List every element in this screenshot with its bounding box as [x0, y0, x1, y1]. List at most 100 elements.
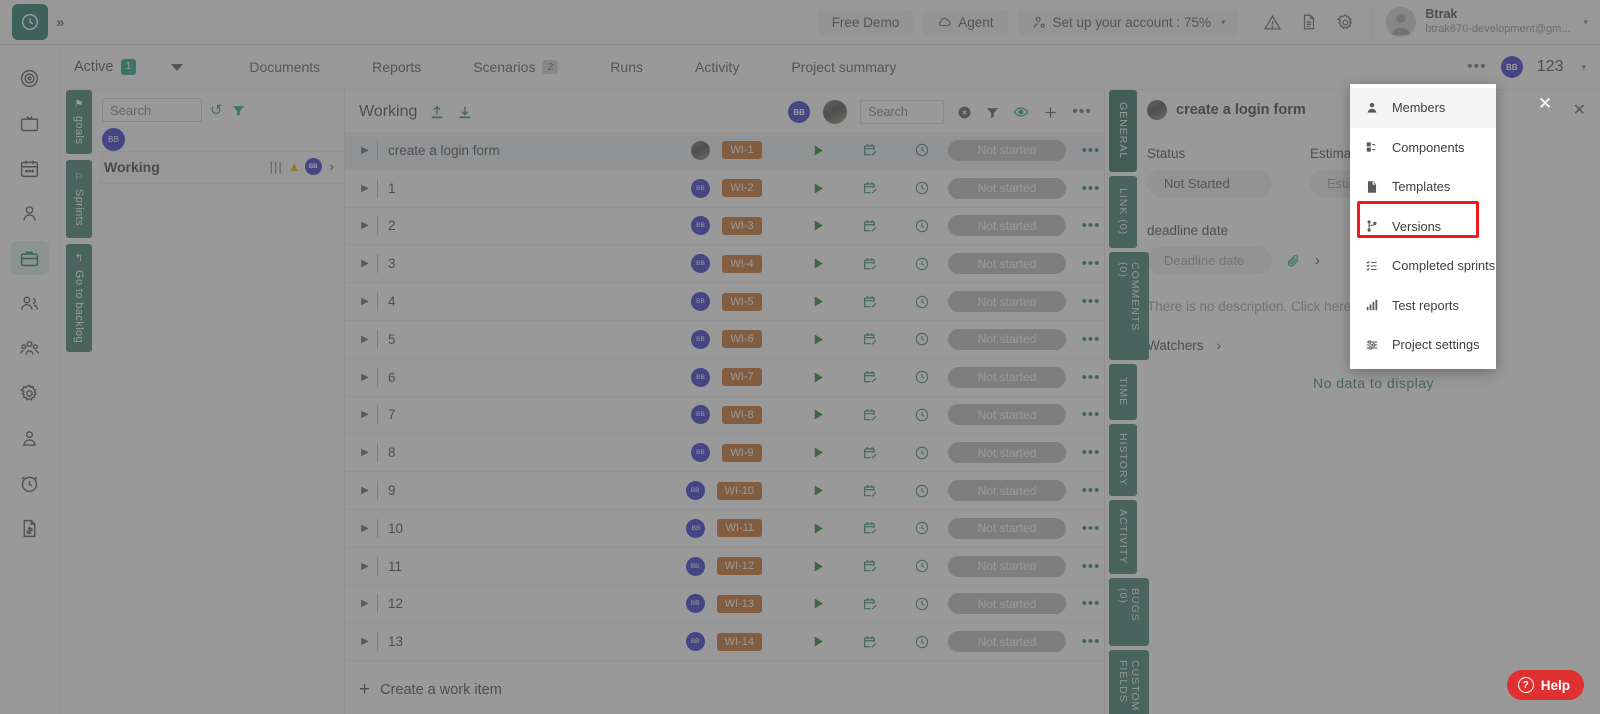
- tab-custom-fields[interactable]: CUSTOM FIELDS: [1109, 650, 1149, 714]
- tab-comments[interactable]: COMMENTS (0): [1109, 252, 1149, 360]
- table-row[interactable]: ▶ 2 BB WI-3 Not started •••: [345, 208, 1104, 246]
- tab-general[interactable]: GENERAL: [1109, 90, 1137, 172]
- work-item-name[interactable]: 1: [388, 181, 691, 196]
- clear-filter-icon[interactable]: [957, 105, 972, 120]
- table-row[interactable]: ▶ 6 BB WI-7 Not started •••: [345, 359, 1104, 397]
- more-horizontal-icon[interactable]: •••: [1078, 180, 1104, 197]
- table-row[interactable]: ▶ 4 BB WI-5 Not started •••: [345, 283, 1104, 321]
- work-item-key-badge[interactable]: WI-4: [722, 254, 762, 273]
- log-time-clock-icon[interactable]: [896, 180, 948, 196]
- close-icon[interactable]: ✕: [1538, 94, 1552, 114]
- start-timer-icon[interactable]: [792, 407, 844, 422]
- table-row[interactable]: ▶ 7 BB WI-8 Not started •••: [345, 397, 1104, 435]
- schedule-calendar-icon[interactable]: [844, 596, 896, 612]
- menu-item-completed-sprints[interactable]: Completed sprints: [1350, 246, 1496, 286]
- log-time-clock-icon[interactable]: [896, 142, 948, 158]
- work-item-name[interactable]: 12: [388, 596, 686, 611]
- more-horizontal-icon[interactable]: •••: [1078, 255, 1104, 272]
- tab-time[interactable]: TIME: [1109, 364, 1137, 420]
- more-horizontal-icon[interactable]: •••: [1078, 633, 1104, 650]
- add-plus-icon[interactable]: [1042, 104, 1059, 121]
- start-timer-icon[interactable]: [792, 521, 844, 536]
- log-time-clock-icon[interactable]: [896, 407, 948, 423]
- work-item-key-badge[interactable]: WI-1: [722, 141, 762, 160]
- chevron-right-icon[interactable]: ›: [1315, 252, 1320, 269]
- start-timer-icon[interactable]: [792, 634, 844, 649]
- avatar[interactable]: BB: [1500, 56, 1523, 78]
- expand-chevron-icon[interactable]: ▶: [357, 561, 373, 572]
- tab-link[interactable]: LINK (0): [1109, 176, 1137, 248]
- table-row[interactable]: ▶ 10 BB WI-11 Not started •••: [345, 510, 1104, 548]
- more-horizontal-icon[interactable]: •••: [1078, 142, 1104, 159]
- start-timer-icon[interactable]: [792, 256, 844, 271]
- status-badge[interactable]: Not started: [948, 404, 1066, 426]
- expand-chevron-icon[interactable]: ▶: [357, 334, 373, 345]
- schedule-calendar-icon[interactable]: [844, 558, 896, 574]
- calendar-icon[interactable]: [11, 151, 49, 185]
- warning-triangle-icon[interactable]: ▲: [288, 159, 301, 174]
- settings-gear-icon[interactable]: [1336, 13, 1355, 32]
- schedule-calendar-icon[interactable]: [844, 407, 896, 423]
- status-badge[interactable]: Not started: [948, 555, 1066, 577]
- avatar[interactable]: BB: [691, 292, 710, 312]
- avatar[interactable]: BB: [691, 367, 710, 387]
- btrak-clock-logo[interactable]: [12, 4, 48, 40]
- tab-activity[interactable]: Activity: [669, 45, 765, 89]
- table-row[interactable]: ▶ 13 BB WI-14 Not started •••: [345, 623, 1104, 662]
- more-horizontal-icon[interactable]: •••: [1078, 406, 1104, 423]
- status-badge[interactable]: Not started: [948, 139, 1066, 161]
- menu-item-project-settings[interactable]: Project settings: [1350, 325, 1496, 365]
- start-timer-icon[interactable]: [792, 218, 844, 233]
- avatar[interactable]: BB: [691, 254, 710, 274]
- schedule-calendar-icon[interactable]: [844, 520, 896, 536]
- expand-chevron-icon[interactable]: ▶: [357, 145, 373, 156]
- avatar[interactable]: BB: [691, 216, 710, 236]
- start-timer-icon[interactable]: [792, 483, 844, 498]
- menu-item-versions[interactable]: Versions: [1350, 207, 1496, 247]
- work-item-name[interactable]: 10: [388, 521, 686, 536]
- work-item-name[interactable]: 7: [388, 407, 691, 422]
- agent-button[interactable]: Agent: [923, 8, 1008, 36]
- menu-item-templates[interactable]: Templates: [1350, 167, 1496, 207]
- expand-chevron-icon[interactable]: ▶: [357, 447, 373, 458]
- avatar[interactable]: BB: [691, 443, 710, 463]
- work-item-name[interactable]: 8: [388, 445, 691, 460]
- log-time-clock-icon[interactable]: [896, 218, 948, 234]
- start-timer-icon[interactable]: [792, 332, 844, 347]
- more-horizontal-icon[interactable]: •••: [1078, 444, 1104, 461]
- expand-chevron-icon[interactable]: ▶: [357, 485, 373, 496]
- close-icon[interactable]: ✕: [1573, 100, 1586, 120]
- more-horizontal-icon[interactable]: •••: [1078, 293, 1104, 310]
- status-badge[interactable]: Not started: [948, 177, 1066, 199]
- work-item-key-badge[interactable]: WI-5: [722, 292, 762, 311]
- log-time-clock-icon[interactable]: [896, 331, 948, 347]
- filter-funnel-icon[interactable]: [231, 103, 246, 118]
- tab-bugs[interactable]: BUGS (0): [1109, 578, 1149, 646]
- bars-icon[interactable]: |||: [270, 159, 283, 174]
- document-icon[interactable]: [1300, 13, 1318, 31]
- work-item-key-badge[interactable]: WI-3: [722, 216, 762, 235]
- table-row[interactable]: ▶ 1 BB WI-2 Not started •••: [345, 170, 1104, 208]
- avatar[interactable]: BB: [691, 405, 710, 425]
- expand-chevron-icon[interactable]: ▶: [357, 598, 373, 609]
- tab-project-summary[interactable]: Project summary: [765, 45, 922, 89]
- sprint-row-working[interactable]: Working ||| ▲ BB ›: [98, 151, 344, 184]
- chevron-right-icon[interactable]: ›: [330, 159, 334, 174]
- sidebar-item-backlog[interactable]: ↰ Go to backlog: [66, 244, 92, 352]
- avatar[interactable]: BB: [685, 556, 705, 576]
- help-button[interactable]: ? Help: [1506, 670, 1584, 700]
- chevron-double-right-icon[interactable]: »: [56, 14, 64, 31]
- work-item-name[interactable]: 2: [388, 218, 691, 233]
- tab-history[interactable]: HISTORY: [1109, 424, 1137, 496]
- work-item-key-badge[interactable]: WI-9: [722, 443, 762, 462]
- status-badge[interactable]: Not started: [948, 291, 1066, 313]
- projects-icon[interactable]: [10, 241, 49, 275]
- more-horizontal-icon[interactable]: •••: [1078, 558, 1104, 575]
- more-horizontal-icon[interactable]: •••: [1467, 58, 1487, 76]
- avatar[interactable]: BB: [304, 158, 322, 175]
- warning-triangle-icon[interactable]: [1263, 13, 1282, 32]
- avatar[interactable]: [823, 100, 848, 124]
- table-row[interactable]: ▶ 11 BB WI-12 Not started •••: [345, 548, 1104, 586]
- chevron-down-icon[interactable]: ▾: [1581, 62, 1586, 73]
- status-badge[interactable]: Not started: [948, 366, 1066, 388]
